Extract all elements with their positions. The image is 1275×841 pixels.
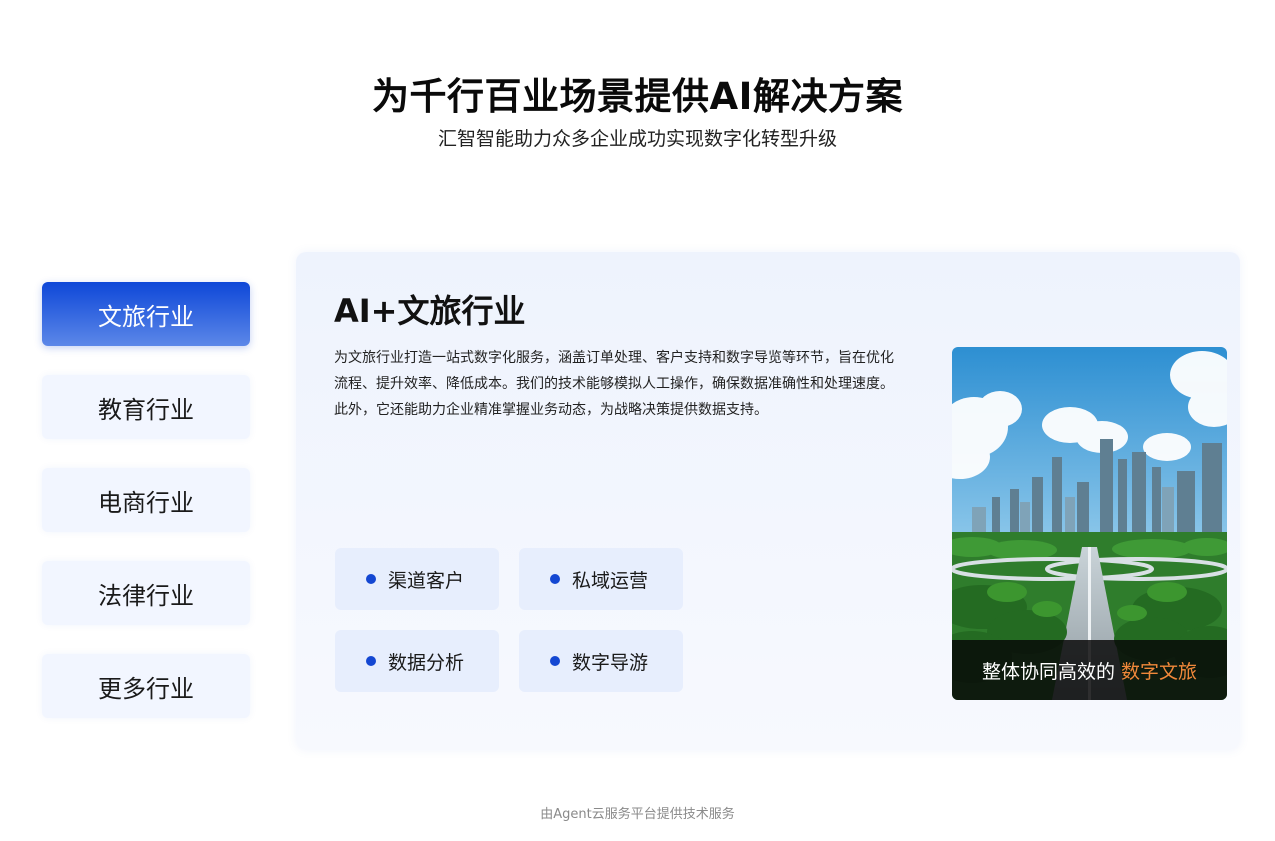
page: 为千行百业场景提供AI解决方案 汇智智能助力众多企业成功实现数字化转型升级 文旅…: [0, 0, 1275, 841]
photo-caption: 整体协同高效的 数字文旅: [952, 640, 1227, 700]
tag-label: 私域运营: [572, 569, 649, 592]
industry-detail-card: AI+文旅行业 为文旅行业打造一站式数字化服务，涵盖订单处理、客户支持和数字导览…: [296, 252, 1240, 750]
tag-label: 数据分析: [388, 651, 465, 674]
page-title: 为千行百业场景提供AI解决方案: [372, 75, 903, 118]
bullet-dot-icon: [550, 656, 560, 666]
nav-item-education[interactable]: 教育行业: [42, 375, 250, 439]
page-subtitle: 汇智智能助力众多企业成功实现数字化转型升级: [437, 128, 837, 150]
footer-credit: 由Agent云服务平台提供技术服务: [540, 807, 735, 822]
industry-nav: 文旅行业 教育行业 电商行业 法律行业 更多行业: [42, 282, 250, 747]
tag-channel-customers[interactable]: 渠道客户: [335, 548, 499, 610]
bullet-dot-icon: [550, 574, 560, 584]
bullet-dot-icon: [366, 656, 376, 666]
tag-label: 数字导游: [572, 651, 649, 674]
photo-caption-highlight: 数字文旅: [1121, 660, 1198, 683]
photo-caption-prefix: 整体协同高效的: [981, 660, 1115, 683]
tag-data-analysis[interactable]: 数据分析: [335, 630, 499, 692]
nav-item-label: 法律行业: [98, 581, 194, 610]
nav-item-label: 文旅行业: [98, 302, 194, 331]
nav-item-label: 更多行业: [98, 674, 194, 703]
bullet-dot-icon: [366, 574, 376, 584]
nav-item-label: 教育行业: [98, 395, 194, 424]
nav-item-label: 电商行业: [98, 488, 194, 517]
nav-item-tourism[interactable]: 文旅行业: [42, 282, 250, 346]
tag-digital-guide[interactable]: 数字导游: [519, 630, 683, 692]
nav-item-ecommerce[interactable]: 电商行业: [42, 468, 250, 532]
nav-item-more[interactable]: 更多行业: [42, 654, 250, 718]
city-skyline-photo: 整体协同高效的 数字文旅: [952, 347, 1227, 700]
tag-private-domain[interactable]: 私域运营: [519, 548, 683, 610]
tag-label: 渠道客户: [388, 569, 465, 592]
nav-item-legal[interactable]: 法律行业: [42, 561, 250, 625]
card-title: AI+文旅行业: [334, 292, 526, 330]
card-description: 为文旅行业打造一站式数字化服务，涵盖订单处理、客户支持和数字导览等环节，旨在优化…: [334, 350, 894, 418]
